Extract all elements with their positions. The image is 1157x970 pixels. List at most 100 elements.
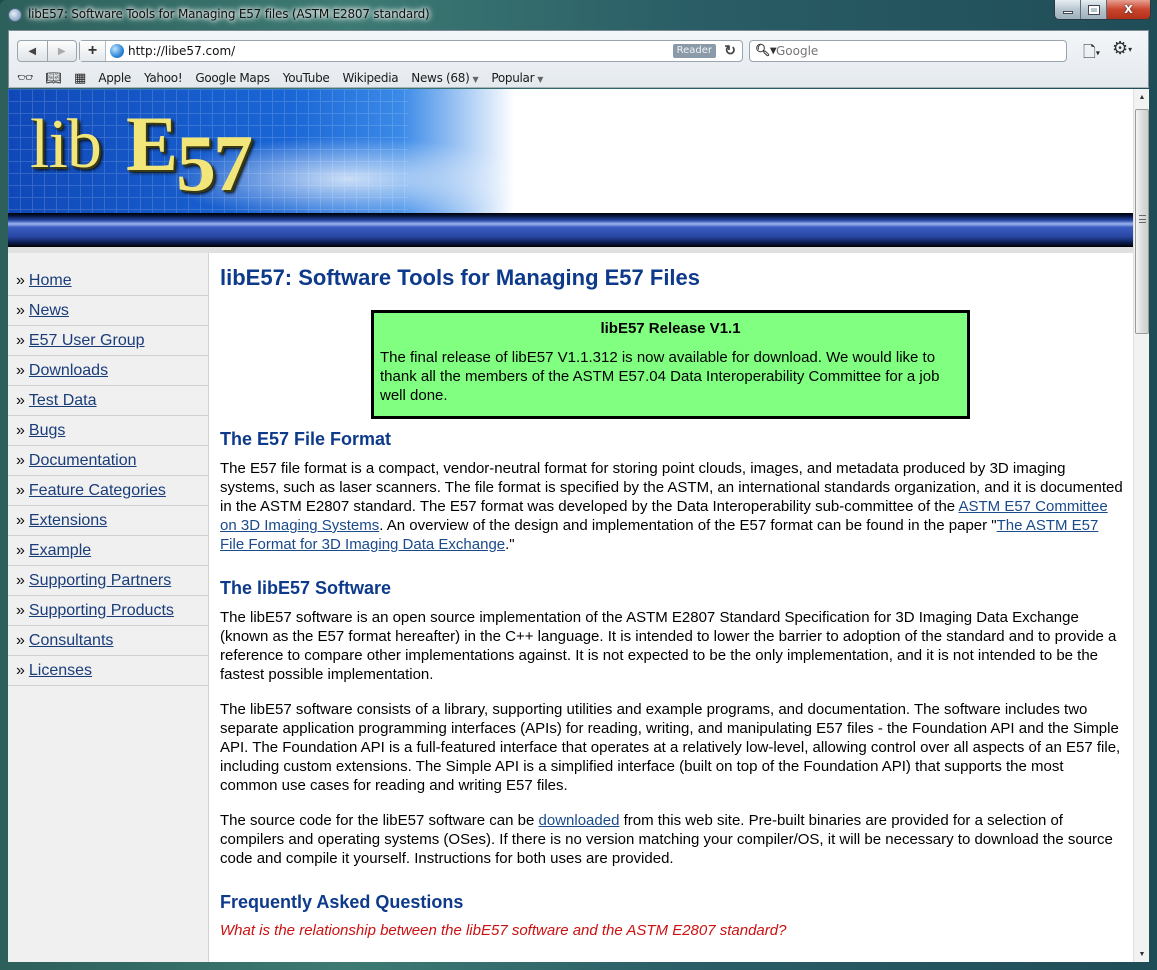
reader-button[interactable]: Reader xyxy=(672,44,716,58)
bullet-raquo: » xyxy=(16,391,25,409)
sidebar-item-documentation: » Documentation xyxy=(8,446,208,476)
downloaded-link[interactable]: downloaded xyxy=(539,812,620,829)
safari-icon xyxy=(8,8,22,22)
grip-icon xyxy=(1139,215,1146,223)
minimize-icon xyxy=(1062,11,1073,14)
sidebar-item-news: » News xyxy=(8,296,208,326)
sidebar-link-home[interactable]: Home xyxy=(29,272,72,290)
forward-button[interactable]: ▶ xyxy=(48,41,77,61)
logo-lib-text: lib xyxy=(30,106,102,183)
sidebar-item-extensions: » Extensions xyxy=(8,506,208,536)
bookmark-apple[interactable]: Apple xyxy=(98,71,131,85)
address-bar[interactable]: + http://libe57.com/ Reader ↻ xyxy=(79,40,743,62)
logo-e-text: E xyxy=(126,100,179,187)
vertical-scrollbar[interactable]: ▲ ▼ xyxy=(1133,89,1149,962)
section-heading-file-format: The E57 File Format xyxy=(220,429,392,449)
bookmark-google-maps[interactable]: Google Maps xyxy=(195,71,270,85)
bullet-raquo: » xyxy=(16,481,25,499)
settings-menu-button[interactable]: ⚙▾ xyxy=(1112,38,1132,59)
scroll-up-button[interactable]: ▲ xyxy=(1134,89,1150,105)
bookmark-news-label: News (68) xyxy=(411,71,470,85)
back-button[interactable]: ◀ xyxy=(18,41,48,61)
scroll-down-button[interactable]: ▼ xyxy=(1134,946,1150,962)
sidebar-link-documentation[interactable]: Documentation xyxy=(29,452,137,470)
sidebar-item-bugs: » Bugs xyxy=(8,416,208,446)
bullet-raquo: » xyxy=(16,271,25,289)
sidebar-link-supporting-partners[interactable]: Supporting Partners xyxy=(29,572,171,590)
release-title: libE57 Release V1.1 xyxy=(600,320,741,337)
text-segment: . An overview of the design and implemen… xyxy=(379,517,997,534)
bullet-raquo: » xyxy=(16,421,25,439)
page-title: libE57: Software Tools for Managing E57 … xyxy=(220,265,701,290)
sidebar-link-news[interactable]: News xyxy=(29,302,69,320)
sidebar-nav: » Home » News » E57 User Group » Downloads »… xyxy=(8,253,209,962)
bullet-raquo: » xyxy=(16,331,25,349)
sidebar-link-extensions[interactable]: Extensions xyxy=(29,512,107,530)
search-input[interactable] xyxy=(776,42,1061,60)
bullet-raquo: » xyxy=(16,601,25,619)
search-icon[interactable]: 🔍︎▾ xyxy=(755,43,776,57)
bullet-raquo: » xyxy=(16,301,25,319)
page-viewport: lib E 57 » Home » News » E57 User Group » Do… xyxy=(8,89,1133,962)
banner-divider-bar xyxy=(8,213,1133,247)
nav-buttons: ◀ ▶ xyxy=(17,40,77,62)
forward-arrow-icon: ▶ xyxy=(57,45,66,57)
sidebar-link-licenses[interactable]: Licenses xyxy=(29,662,92,680)
bullet-raquo: » xyxy=(16,571,25,589)
close-button[interactable]: X xyxy=(1107,0,1150,19)
arrow-up-icon: ▲ xyxy=(1138,93,1146,101)
sidebar-item-licenses: » Licenses xyxy=(8,656,208,686)
bookmark-youtube[interactable]: YouTube xyxy=(283,71,330,85)
bullet-raquo: » xyxy=(16,511,25,529)
sidebar-item-supporting-products: » Supporting Products xyxy=(8,596,208,626)
gear-icon: ⚙ xyxy=(1112,38,1129,58)
page-icon: 🗋 xyxy=(1083,44,1096,61)
sidebar-link-consultants[interactable]: Consultants xyxy=(29,632,114,650)
page-menu-button[interactable]: 🗋▾ xyxy=(1083,41,1100,68)
url-text[interactable]: http://libe57.com/ xyxy=(128,44,235,58)
caret-down-icon: ▾ xyxy=(1095,48,1100,58)
bookmarks-icon[interactable]: 📖︎ xyxy=(46,71,63,86)
sidebar-link-downloads[interactable]: Downloads xyxy=(29,362,108,380)
bookmark-popular-folder[interactable]: Popular ▼ xyxy=(491,71,543,85)
sidebar-link-user-group[interactable]: E57 User Group xyxy=(29,332,145,350)
bookmark-news-folder[interactable]: News (68) ▼ xyxy=(411,71,478,85)
reload-icon[interactable]: ↻ xyxy=(724,42,736,59)
sidebar-link-supporting-products[interactable]: Supporting Products xyxy=(29,602,174,620)
maximize-icon xyxy=(1087,4,1100,15)
sidebar-link-bugs[interactable]: Bugs xyxy=(29,422,65,440)
software-paragraph-3: The source code for the libE57 software … xyxy=(220,811,1125,868)
minimize-button[interactable] xyxy=(1055,0,1081,19)
window-controls: X xyxy=(1054,0,1151,20)
bookmark-yahoo[interactable]: Yahoo! xyxy=(144,71,183,85)
bullet-raquo: » xyxy=(16,541,25,559)
dropdown-arrow-icon: ▼ xyxy=(472,75,479,84)
sidebar-link-feature-categories[interactable]: Feature Categories xyxy=(29,482,166,500)
title-bar: libE57: Software Tools for Managing E57 … xyxy=(0,0,1157,30)
caret-down-icon: ▾ xyxy=(1128,44,1133,54)
back-arrow-icon: ◀ xyxy=(28,45,37,57)
sidebar-item-supporting-partners: » Supporting Partners xyxy=(8,566,208,596)
sidebar-link-example[interactable]: Example xyxy=(29,542,91,560)
reading-list-icon[interactable]: 👓︎ xyxy=(17,71,34,86)
arrow-down-icon: ▼ xyxy=(1138,950,1146,958)
section-heading-software: The libE57 Software xyxy=(220,578,392,598)
plus-icon: + xyxy=(87,42,98,59)
bookmark-popular-label: Popular xyxy=(491,71,535,85)
browser-toolbar: ◀ ▶ + http://libe57.com/ Reader ↻ 🔍︎▾ 🗋▾… xyxy=(8,30,1149,88)
add-bookmark-button[interactable]: + xyxy=(80,41,106,61)
bullet-raquo: » xyxy=(16,661,25,679)
globe-icon xyxy=(110,44,124,58)
faq-question: What is the relationship between the lib… xyxy=(220,922,787,939)
text-segment: ." xyxy=(505,536,515,553)
scrollbar-thumb[interactable] xyxy=(1135,109,1149,334)
bookmark-wikipedia[interactable]: Wikipedia xyxy=(342,71,398,85)
logo-57-text: 57 xyxy=(176,120,253,208)
sidebar-item-test-data: » Test Data xyxy=(8,386,208,416)
bookmarks-bar: 👓︎ 📖︎ ▦ Apple Yahoo! Google Maps YouTube… xyxy=(17,69,556,87)
maximize-button[interactable] xyxy=(1081,0,1107,19)
top-sites-icon[interactable]: ▦ xyxy=(74,71,86,86)
sidebar-item-downloads: » Downloads xyxy=(8,356,208,386)
sidebar-link-test-data[interactable]: Test Data xyxy=(29,392,97,410)
search-box[interactable]: 🔍︎▾ xyxy=(749,40,1067,62)
